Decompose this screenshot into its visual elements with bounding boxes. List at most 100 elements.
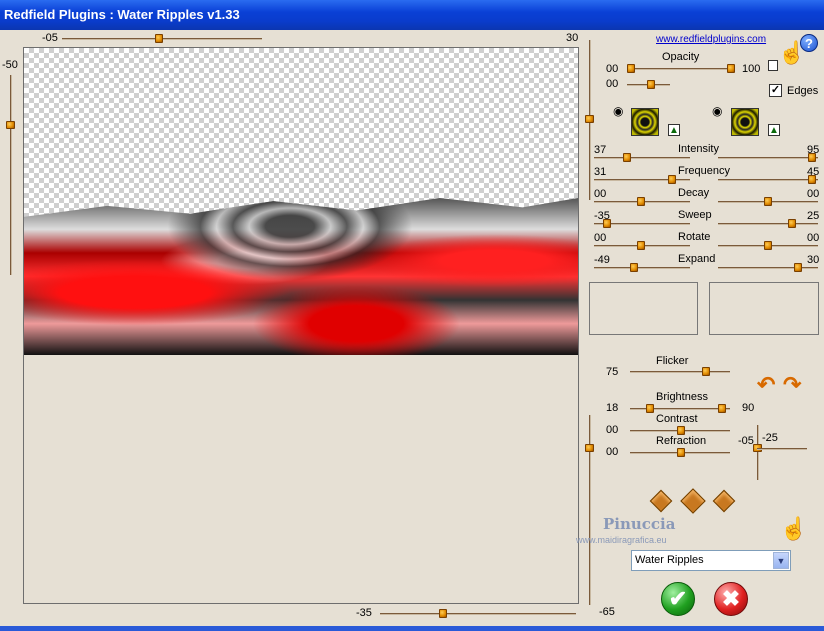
opacity-min-value: 00 bbox=[606, 63, 619, 75]
preview-h-min-label: -05 bbox=[42, 32, 58, 44]
refraction-offset-y: -25 bbox=[762, 432, 778, 444]
opacity-secondary-value: 00 bbox=[606, 78, 619, 90]
preview-box-left bbox=[589, 282, 698, 335]
watermark-name: Pinuccia bbox=[603, 515, 676, 533]
decay-slider-right-thumb[interactable] bbox=[764, 197, 772, 206]
refraction-v-slider-track[interactable] bbox=[757, 425, 758, 480]
edges-label: Edges bbox=[787, 85, 819, 97]
flicker-label: Flicker bbox=[656, 355, 689, 367]
opacity-slider-thumb-right[interactable] bbox=[727, 64, 735, 73]
expand-slider-right-track[interactable] bbox=[718, 267, 818, 268]
panel-v-slider-thumb-top[interactable] bbox=[585, 115, 594, 123]
rotate-label: Rotate bbox=[678, 231, 711, 243]
website-link[interactable]: www.redfieldplugins.com bbox=[656, 34, 766, 45]
color-swatch-left[interactable] bbox=[631, 108, 659, 136]
preview-h-slider-thumb[interactable] bbox=[155, 34, 163, 43]
rotate-min-value: 00 bbox=[594, 232, 607, 244]
hand-pointer-icon: ☝ bbox=[778, 40, 806, 65]
preview-bottom-right-label: -65 bbox=[599, 606, 615, 618]
preset-select-value: Water Ripples bbox=[635, 554, 704, 566]
expand-slider-left-thumb[interactable] bbox=[630, 263, 638, 272]
refraction-label: Refraction bbox=[656, 435, 707, 447]
decay-min-value: 00 bbox=[594, 188, 607, 200]
intensity-label: Intensity bbox=[678, 143, 719, 155]
preset-select[interactable]: Water Ripples ▼ bbox=[631, 550, 791, 571]
frequency-label: Frequency bbox=[678, 165, 730, 177]
ok-button[interactable]: ✔ bbox=[661, 582, 695, 616]
opacity-label: Opacity bbox=[662, 51, 700, 63]
sweep-max-value: 25 bbox=[807, 210, 820, 222]
decay-label: Decay bbox=[678, 187, 710, 199]
edges-checkbox[interactable]: ✓ bbox=[769, 84, 782, 97]
preview-v-slider-track[interactable] bbox=[10, 75, 11, 275]
brightness-max-value: 90 bbox=[742, 402, 755, 414]
intensity-slider-right-thumb[interactable] bbox=[808, 153, 816, 162]
preview-bottom-slider-thumb[interactable] bbox=[439, 609, 447, 618]
frequency-slider-right-track[interactable] bbox=[718, 179, 818, 180]
intensity-slider-right-track[interactable] bbox=[718, 157, 818, 158]
contrast-slider-thumb[interactable] bbox=[677, 426, 685, 435]
preview-bottom-slider-track[interactable] bbox=[380, 613, 576, 614]
decay-max-value: 00 bbox=[807, 188, 820, 200]
expand-min-value: -49 bbox=[594, 254, 610, 266]
preview-bottom-label: -35 bbox=[356, 607, 372, 619]
refraction-value: 00 bbox=[606, 446, 619, 458]
undo-icon[interactable]: ↶ bbox=[757, 372, 775, 398]
opacity-slider-thumb-left[interactable] bbox=[627, 64, 635, 73]
brightness-slider-track[interactable] bbox=[630, 408, 730, 409]
rotate-slider-right-thumb[interactable] bbox=[764, 241, 772, 250]
flicker-value: 75 bbox=[606, 366, 619, 378]
intensity-min-value: 37 bbox=[594, 144, 607, 156]
hand-pointer-icon-2: ☝ bbox=[780, 516, 808, 541]
rotate-max-value: 00 bbox=[807, 232, 820, 244]
rotate-slider-left-thumb[interactable] bbox=[637, 241, 645, 250]
color-swatch-right[interactable] bbox=[731, 108, 759, 136]
decay-slider-left-thumb[interactable] bbox=[637, 197, 645, 206]
tree-icon-left[interactable]: ▲ bbox=[668, 124, 680, 136]
expand-max-value: 30 bbox=[807, 254, 820, 266]
window-bottom-border bbox=[0, 626, 824, 631]
opacity-secondary-slider-thumb[interactable] bbox=[647, 80, 655, 89]
window-title: Redfield Plugins : Water Ripples v1.33 bbox=[0, 0, 824, 30]
expand-slider-right-thumb[interactable] bbox=[794, 263, 802, 272]
preview-v-label: -50 bbox=[2, 59, 18, 71]
preview-h-max-label: 30 bbox=[566, 32, 579, 44]
expand-slider-left-track[interactable] bbox=[594, 267, 690, 268]
preview-v-slider-thumb[interactable] bbox=[6, 121, 15, 129]
refraction-slider-thumb[interactable] bbox=[677, 448, 685, 457]
preview-box-right bbox=[709, 282, 819, 335]
brightness-min-value: 18 bbox=[606, 402, 619, 414]
contrast-value: 00 bbox=[606, 424, 619, 436]
water-ripples-preview-image bbox=[24, 198, 578, 355]
sweep-slider-left-thumb[interactable] bbox=[603, 219, 611, 228]
refraction-h-slider-track[interactable] bbox=[757, 448, 807, 449]
flicker-slider-thumb[interactable] bbox=[702, 367, 710, 376]
redo-icon[interactable]: ↷ bbox=[783, 372, 801, 398]
opacity-slider-track[interactable] bbox=[627, 68, 735, 69]
sweep-slider-right-thumb[interactable] bbox=[788, 219, 796, 228]
brightness-slider-thumb-left[interactable] bbox=[646, 404, 654, 413]
cancel-button[interactable]: ✖ bbox=[714, 582, 748, 616]
frequency-slider-left-thumb[interactable] bbox=[668, 175, 676, 184]
frequency-min-value: 31 bbox=[594, 166, 607, 178]
panel-v-slider-thumb-bottom[interactable] bbox=[585, 444, 594, 452]
opacity-lock-checkbox[interactable] bbox=[768, 60, 778, 71]
flicker-slider-track[interactable] bbox=[630, 371, 730, 372]
preview-canvas[interactable] bbox=[23, 47, 579, 604]
refraction-offset-x: -05 bbox=[738, 435, 754, 447]
eye-icon-right[interactable]: ◉ bbox=[712, 104, 722, 118]
brightness-label: Brightness bbox=[656, 391, 708, 403]
sweep-label: Sweep bbox=[678, 209, 712, 221]
expand-label: Expand bbox=[678, 253, 716, 265]
tree-icon-right[interactable]: ▲ bbox=[768, 124, 780, 136]
sweep-slider-right-track[interactable] bbox=[718, 223, 818, 224]
eye-icon-left[interactable]: ◉ bbox=[613, 104, 623, 118]
intensity-slider-left-thumb[interactable] bbox=[623, 153, 631, 162]
intensity-slider-left-track[interactable] bbox=[594, 157, 690, 158]
frequency-slider-right-thumb[interactable] bbox=[808, 175, 816, 184]
opacity-max-value: 100 bbox=[742, 63, 761, 75]
watermark-url: www.maidiragrafica.eu bbox=[576, 535, 667, 545]
brightness-slider-thumb-right[interactable] bbox=[718, 404, 726, 413]
chevron-down-icon[interactable]: ▼ bbox=[773, 552, 789, 569]
contrast-label: Contrast bbox=[656, 413, 698, 425]
